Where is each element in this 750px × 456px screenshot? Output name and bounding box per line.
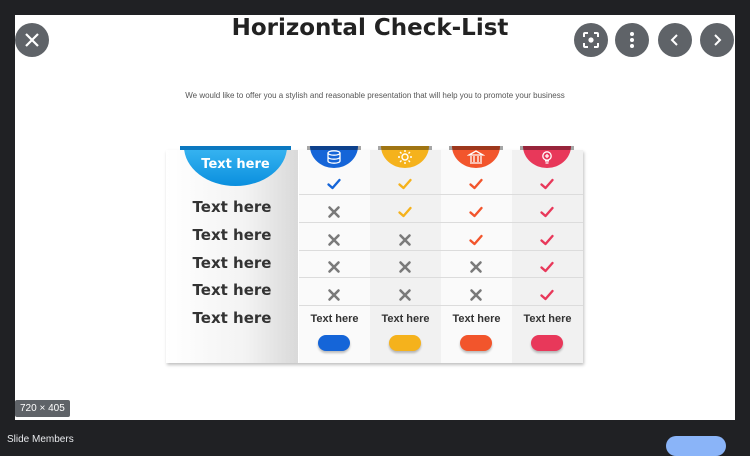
lens-search-icon xyxy=(583,32,599,48)
color-pill xyxy=(460,335,492,351)
header-label: Text here xyxy=(201,157,270,172)
column-footer: Text here xyxy=(523,313,572,325)
cross-icon xyxy=(328,289,340,301)
color-pill xyxy=(531,335,563,351)
row-label: Text here xyxy=(192,226,272,244)
row-label: Text here xyxy=(192,309,272,327)
check-icon xyxy=(398,206,412,218)
row-label: Text here xyxy=(192,254,272,272)
row-label: Text here xyxy=(192,281,272,299)
check-icon xyxy=(540,261,554,273)
row-divider xyxy=(299,250,583,251)
check-icon xyxy=(540,234,554,246)
chevron-left-icon xyxy=(670,34,678,46)
check-icon xyxy=(469,234,483,246)
row-divider xyxy=(299,222,583,223)
previous-button[interactable] xyxy=(658,23,692,57)
image-source-caption[interactable]: Slide Members xyxy=(7,434,74,445)
label-column: Text here Text here Text here Text here … xyxy=(166,146,298,363)
bank-icon xyxy=(467,150,485,164)
check-icon xyxy=(327,178,341,190)
cross-icon xyxy=(470,289,482,301)
cross-icon xyxy=(328,261,340,273)
checklist-table: Text here Text here Text here Text here … xyxy=(166,146,583,363)
check-icon xyxy=(469,206,483,218)
cross-icon xyxy=(399,289,411,301)
slide-subtitle: We would like to offer you a stylish and… xyxy=(185,91,565,100)
lens-button[interactable] xyxy=(574,23,608,57)
row-label: Text here xyxy=(192,198,272,216)
check-icon xyxy=(540,178,554,190)
close-icon xyxy=(25,33,39,47)
idea-icon xyxy=(542,151,552,164)
visit-button[interactable] xyxy=(666,436,726,456)
check-icon xyxy=(540,289,554,301)
row-divider xyxy=(299,305,583,306)
check-icon xyxy=(540,206,554,218)
color-pill xyxy=(389,335,421,351)
close-button[interactable] xyxy=(15,23,49,57)
row-divider xyxy=(299,194,583,195)
cross-icon xyxy=(399,261,411,273)
next-button[interactable] xyxy=(700,23,734,57)
color-pill xyxy=(318,335,350,351)
cross-icon xyxy=(470,261,482,273)
row-divider xyxy=(299,277,583,278)
column-footer: Text here xyxy=(381,313,430,325)
check-icon xyxy=(469,178,483,190)
cross-icon xyxy=(328,206,340,218)
image-size-badge: 720 × 405 xyxy=(15,400,70,417)
more-options-button[interactable] xyxy=(615,23,649,57)
column-footer: Text here xyxy=(452,313,501,325)
cross-icon xyxy=(328,234,340,246)
check-icon xyxy=(398,178,412,190)
cross-icon xyxy=(399,234,411,246)
database-icon xyxy=(327,150,341,164)
gear-icon xyxy=(398,150,412,164)
more-vert-icon xyxy=(630,32,634,48)
chevron-right-icon xyxy=(714,34,722,46)
column-footer: Text here xyxy=(310,313,359,325)
